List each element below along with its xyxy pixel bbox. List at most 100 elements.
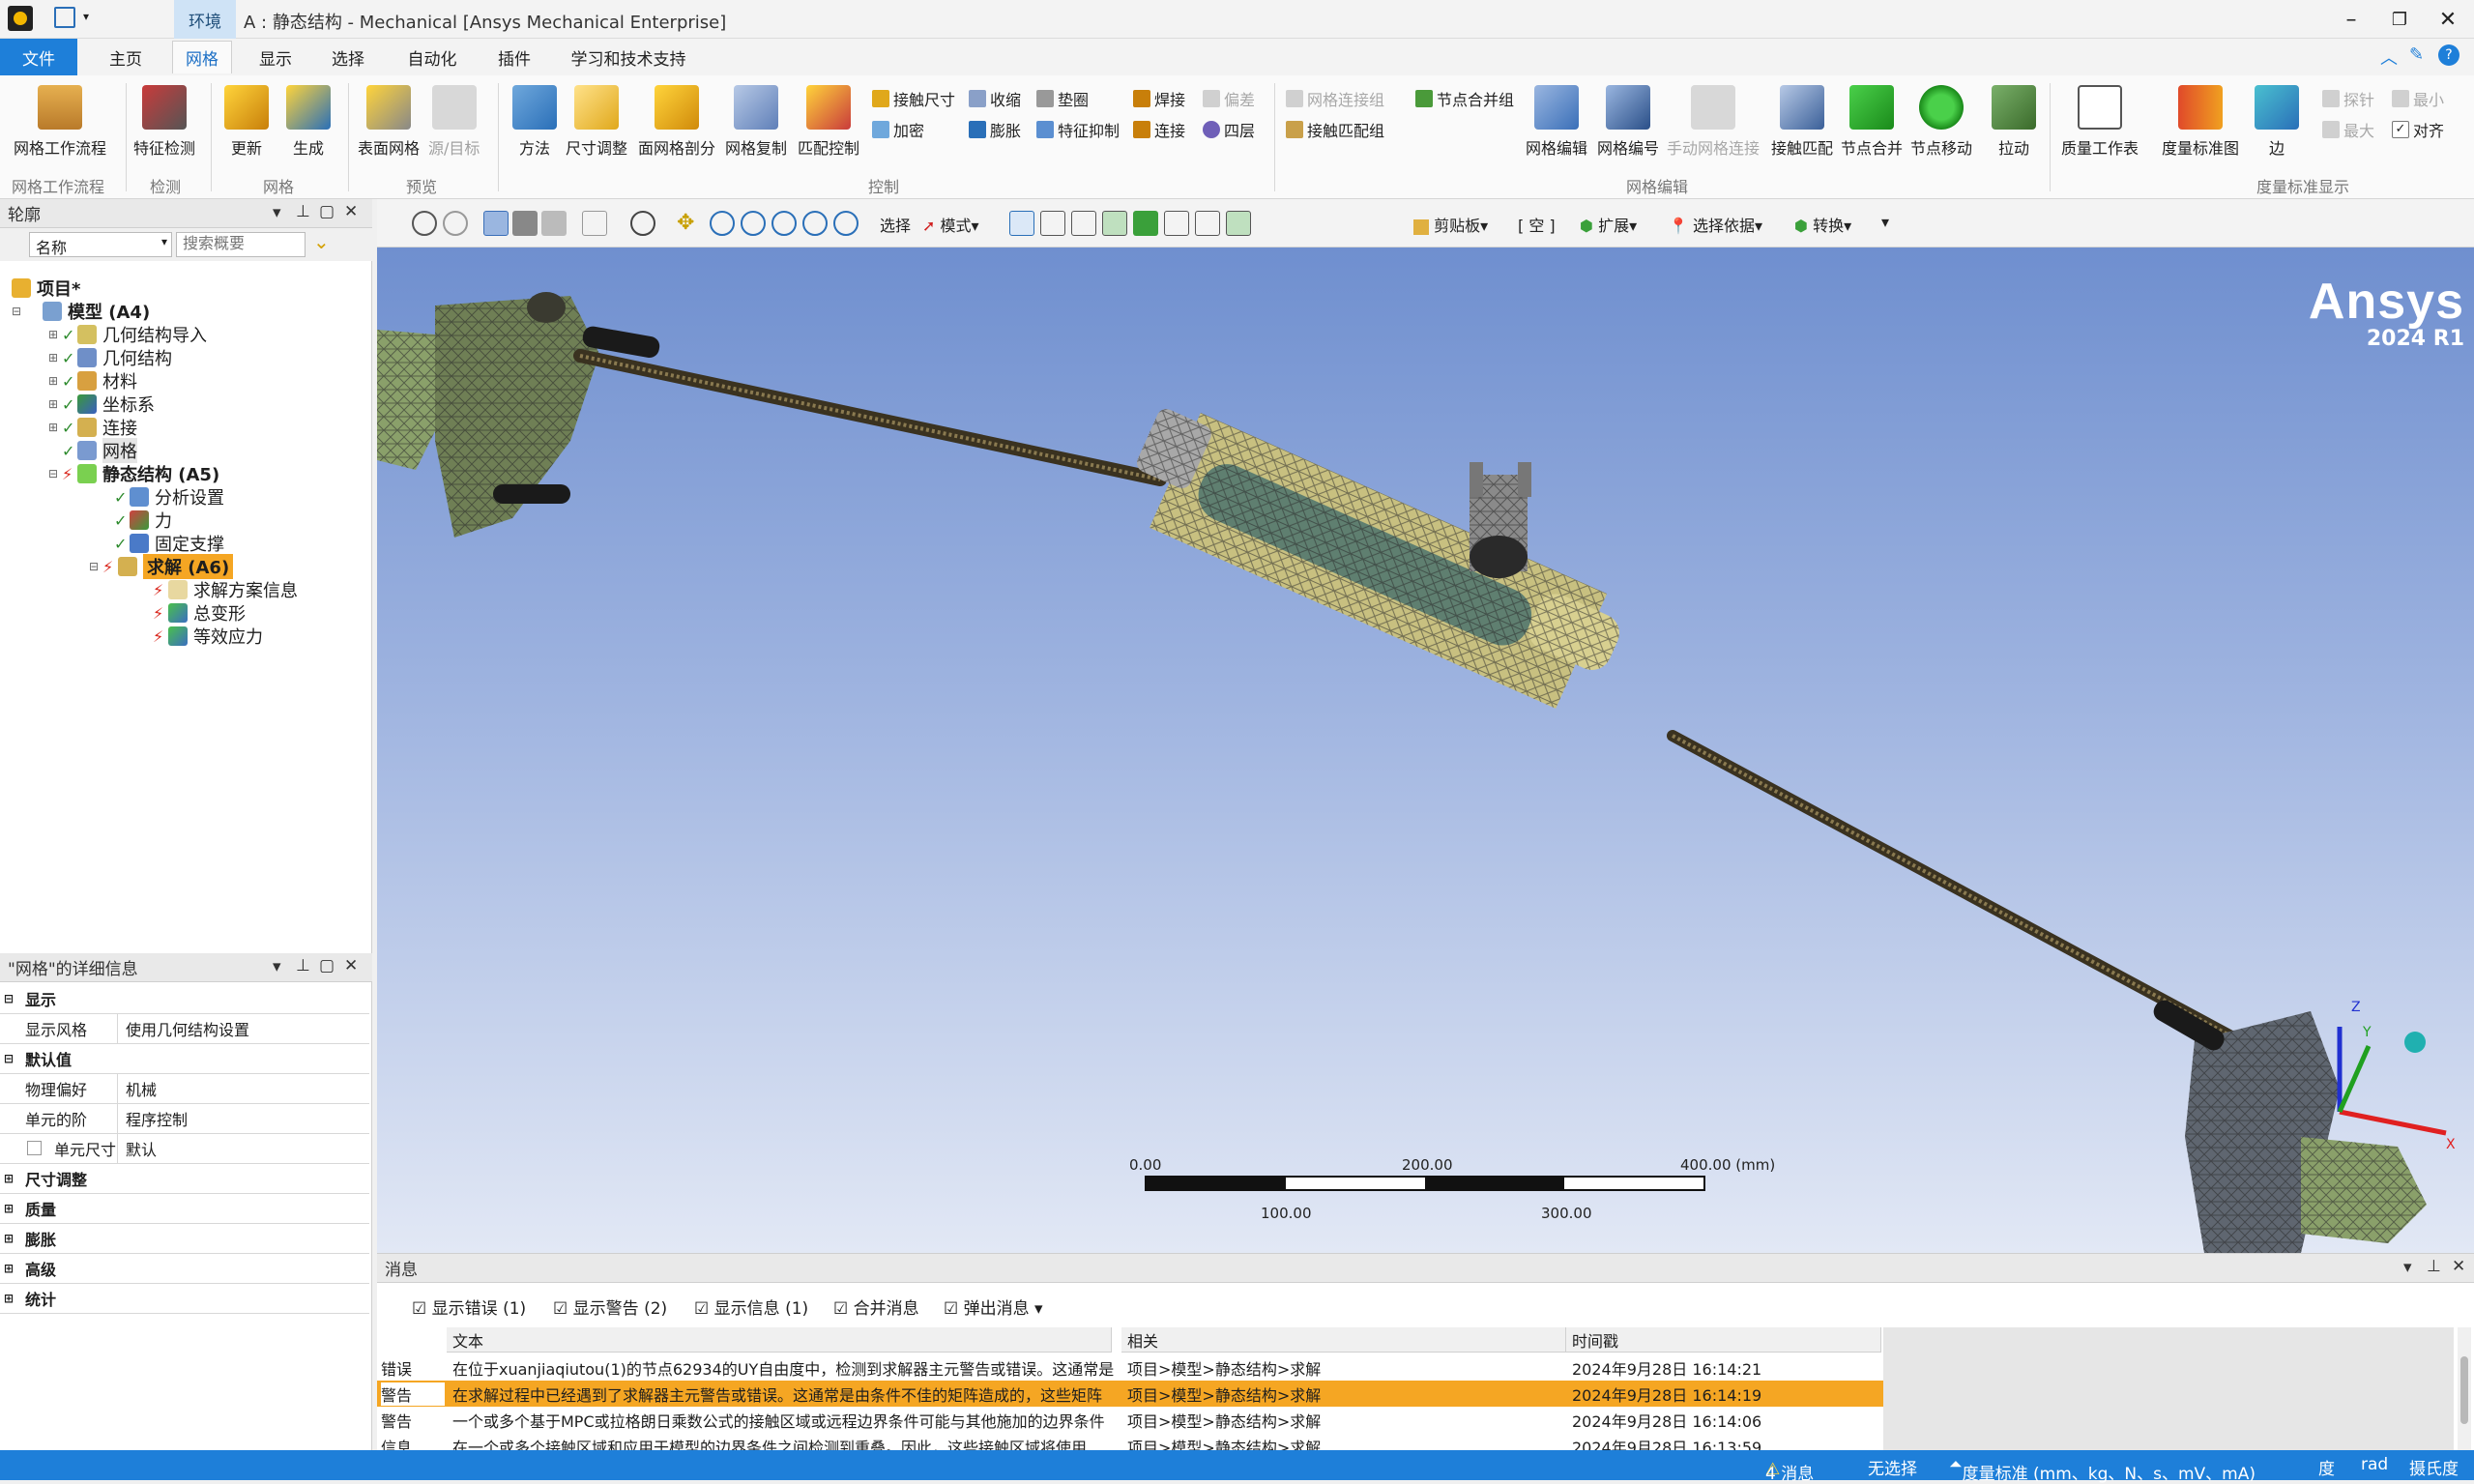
box-zoom-icon[interactable] — [741, 211, 766, 236]
face-select-icon[interactable] — [1071, 211, 1096, 236]
tab-file[interactable]: 文件 — [0, 39, 77, 75]
wireframe-view-icon[interactable] — [541, 211, 567, 236]
refinement-button[interactable]: 加密 — [872, 118, 924, 141]
details-category-inflation[interactable]: ⊞ 膨胀 — [0, 1224, 369, 1254]
tree-item-equivalent-stress[interactable]: ⚡ 等效应力 — [153, 625, 263, 648]
feature-detect-button[interactable]: 特征检测 — [133, 85, 195, 159]
tree-item-solution[interactable]: ⊟ ⚡ 求解 (A6) — [89, 554, 234, 579]
quality-worksheet-button[interactable]: 质量工作表 — [2061, 85, 2139, 159]
column-header-timestamp[interactable]: 时间戳 — [1566, 1327, 1881, 1353]
save-icon[interactable] — [54, 7, 75, 28]
box-select-icon[interactable] — [1257, 211, 1282, 236]
pane-menu-icon[interactable]: ▾ — [273, 957, 281, 976]
quad-button[interactable]: 四层 — [1203, 118, 1255, 141]
tab-learning[interactable]: 学习和技术支持 — [561, 41, 696, 73]
metric-graph-button[interactable]: 度量标准图 — [2162, 85, 2239, 159]
previous-view-icon[interactable] — [833, 211, 859, 236]
align-checkbox[interactable]: ✓ 对齐 — [2392, 118, 2444, 141]
mesh-copy-button[interactable]: 网格复制 — [725, 85, 787, 159]
zoom-to-fit-icon[interactable] — [771, 211, 797, 236]
select-by-button[interactable]: 📍 选择依据▾ — [1669, 213, 1762, 236]
tab-home[interactable]: 主页 — [97, 41, 155, 73]
feedback-icon[interactable]: ✎ — [2409, 44, 2424, 65]
node-move-button[interactable]: 节点移动 — [1910, 85, 1972, 159]
mesh-model-graphic[interactable] — [377, 247, 2474, 1253]
max-button[interactable]: 最大 — [2322, 118, 2374, 141]
close-pane-icon[interactable]: ✕ — [2452, 1257, 2465, 1276]
temperature-unit[interactable]: 摄氏度 — [2409, 1455, 2459, 1479]
sizing-button[interactable]: 尺寸调整 — [566, 85, 627, 159]
message-row[interactable]: 错误 在位于xuanjiaqiutou(1)的节点62934的UY自由度中，检测… — [377, 1354, 1883, 1381]
close-pane-icon[interactable]: ✕ — [344, 202, 358, 221]
weld-button[interactable]: 焊接 — [1133, 87, 1185, 110]
details-row-element-order[interactable]: 单元的阶 程序控制 — [0, 1104, 369, 1134]
pin-icon[interactable]: ⊥ — [296, 956, 310, 975]
inflation-button[interactable]: 膨胀 — [969, 118, 1021, 141]
node-merge-button[interactable]: 节点合并 — [1841, 85, 1903, 159]
manual-mesh-connection-button[interactable]: 手动网格连接 — [1667, 85, 1760, 159]
message-row-selected[interactable]: 警告 在求解过程中已经遇到了求解器主元警告或错误。这通常是由条件不佳的矩阵造成的… — [377, 1381, 1883, 1407]
message-row[interactable]: 警告 一个或多个基于MPC或拉格朗日乘数公式的接触区域或远程边界条件可能与其他施… — [377, 1407, 1883, 1433]
magnifier-icon[interactable] — [802, 211, 828, 236]
body-select-icon[interactable] — [1102, 211, 1127, 236]
match-control-button[interactable]: 匹配控制 — [798, 85, 859, 159]
element-size-checkbox[interactable] — [27, 1141, 42, 1155]
probe-button[interactable]: 探针 — [2322, 87, 2374, 110]
details-category-statistics[interactable]: ⊞ 统计 — [0, 1284, 369, 1314]
tree-item-mesh[interactable]: ✓ 网格 — [62, 438, 137, 463]
minimize-button[interactable]: – — [2332, 4, 2371, 35]
node-select-icon[interactable] — [1133, 211, 1158, 236]
extend-button[interactable]: ⬢ 扩展▾ — [1580, 213, 1637, 236]
maximize-pane-icon[interactable]: ▢ — [319, 202, 335, 221]
outline-search-input[interactable] — [176, 232, 306, 257]
pull-button[interactable]: 拉动 — [1992, 85, 2036, 159]
edge-select-icon[interactable] — [1040, 211, 1065, 236]
context-tab-environment[interactable]: 环境 — [174, 0, 236, 39]
feature-suppress-button[interactable]: 特征抑制 — [1036, 118, 1120, 141]
select-label[interactable]: 选择 — [880, 213, 911, 236]
edge-button[interactable]: 边 — [2255, 85, 2299, 159]
clipboard-button[interactable]: 剪贴板▾ — [1413, 213, 1488, 236]
tree-item-project[interactable]: 项目* — [12, 276, 80, 300]
tree-item-materials[interactable]: ⊞ ✓ 材料 — [48, 369, 137, 393]
graph-icon[interactable] — [1373, 211, 1398, 236]
collapse-ribbon-icon[interactable]: ︿ — [2380, 44, 2398, 70]
pin-icon[interactable]: ⊥ — [296, 202, 310, 221]
mesh-workflow-button[interactable]: 网格工作流程 — [14, 85, 106, 159]
pin-icon[interactable]: ⊥ — [2427, 1257, 2441, 1276]
mesh-connection-group-button[interactable]: 网格连接组 — [1286, 87, 1384, 110]
angle-unit-rad[interactable]: rad — [2361, 1455, 2388, 1474]
popup-messages-checkbox[interactable]: ☑ 弹出消息 ▾ — [944, 1295, 1043, 1319]
coordinate-triad[interactable] — [2301, 998, 2465, 1162]
tab-display[interactable]: 显示 — [247, 41, 305, 73]
tree-item-solution-info[interactable]: ⚡ 求解方案信息 — [153, 578, 298, 601]
tree-item-coordinate-systems[interactable]: ⊞ ✓ 坐标系 — [48, 393, 155, 416]
shrink-button[interactable]: 收缩 — [969, 87, 1021, 110]
pane-menu-icon[interactable]: ▾ — [2403, 1258, 2412, 1277]
restore-button[interactable]: ❐ — [2380, 4, 2419, 35]
zoom-in-icon[interactable] — [412, 211, 437, 236]
surface-mesh-button[interactable]: 表面网格 — [358, 85, 420, 159]
help-icon[interactable]: ? — [2438, 44, 2459, 66]
tree-item-geometry-import[interactable]: ⊞ ✓ 几何结构导入 — [48, 323, 207, 346]
iso-view-icon[interactable] — [483, 211, 509, 236]
search-options-icon[interactable]: ⌄ — [313, 230, 330, 253]
element-select-icon[interactable] — [1195, 211, 1220, 236]
details-row-display-style[interactable]: 显示风格 使用几何结构设置 — [0, 1014, 369, 1044]
details-row-physics-preference[interactable]: 物理偏好 机械 — [0, 1074, 369, 1104]
pan-icon[interactable]: ✥ — [677, 211, 702, 236]
tab-mesh[interactable]: 网格 — [172, 41, 232, 73]
show-errors-checkbox[interactable]: ☑ 显示错误 (1) — [412, 1295, 526, 1319]
convert-button[interactable]: ⬢ 转换▾ — [1794, 213, 1851, 236]
tree-item-analysis-settings[interactable]: ✓ 分析设置 — [114, 485, 224, 509]
details-category-advanced[interactable]: ⊞ 高级 — [0, 1254, 369, 1284]
maximize-pane-icon[interactable]: ▢ — [319, 956, 335, 975]
tab-automation[interactable]: 自动化 — [393, 41, 471, 73]
tree-item-fixed-support[interactable]: ✓ 固定支撑 — [114, 532, 224, 555]
show-warnings-checkbox[interactable]: ☑ 显示警告 (2) — [553, 1295, 667, 1319]
zoom-icon[interactable] — [710, 211, 735, 236]
name-filter-select[interactable]: 名称 ▾ — [29, 232, 172, 257]
details-category-sizing[interactable]: ⊞ 尺寸调整 — [0, 1164, 369, 1194]
show-info-checkbox[interactable]: ☑ 显示信息 (1) — [694, 1295, 808, 1319]
shaded-view-icon[interactable] — [512, 211, 538, 236]
